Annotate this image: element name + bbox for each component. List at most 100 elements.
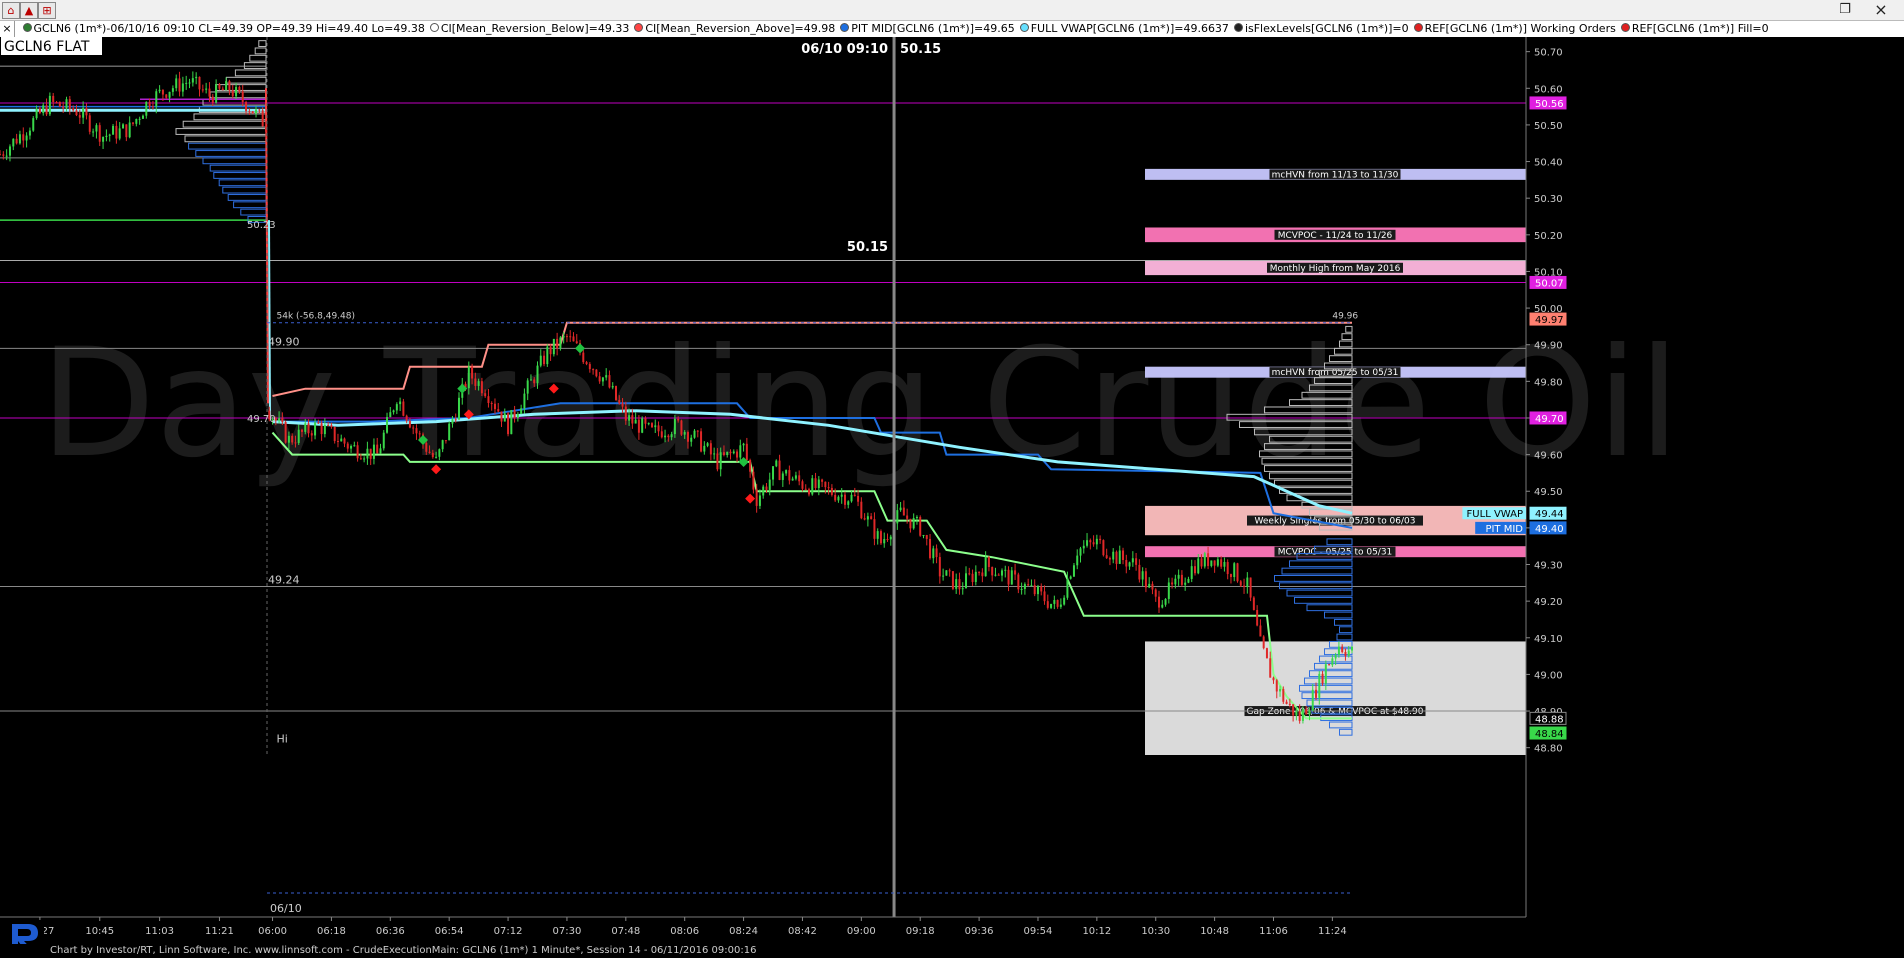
close-icon[interactable]: × — [0, 21, 15, 37]
candle-body — [1298, 711, 1301, 721]
candle-body — [25, 135, 28, 141]
time-tick-label: 06:36 — [376, 926, 405, 937]
price-chart[interactable]: Day Trading Crude Oil mcHVN from 11/13 t… — [0, 37, 1904, 944]
info-segment-text: CI[Mean_Reversion_Below]=49.33 — [440, 22, 630, 35]
candle-body — [654, 425, 657, 428]
candle-body — [664, 435, 667, 438]
series-dot-icon — [1019, 23, 1029, 32]
candle-body — [1334, 654, 1337, 659]
candle-body — [215, 84, 218, 103]
candle-body — [395, 404, 398, 411]
time-tick-label: 09:00 — [847, 926, 876, 937]
time-tick-label: 06:00 — [258, 926, 287, 937]
price-tick-label: 49.30 — [1534, 561, 1563, 572]
chart-icon[interactable]: ▲ — [20, 2, 38, 19]
candle-body — [235, 86, 238, 97]
candle-body — [742, 443, 745, 446]
price-tick-label: 49.00 — [1534, 670, 1563, 681]
price-tick-label: 49.80 — [1534, 377, 1563, 388]
candle-body — [902, 507, 905, 516]
candle-body — [1223, 561, 1226, 567]
candle-body — [824, 481, 827, 488]
candle-body — [922, 535, 925, 537]
candle-body — [562, 336, 565, 338]
zone-label: Monthly High from May 2016 — [1270, 264, 1401, 274]
candle-body — [251, 111, 254, 114]
footer-text: Chart by Investor/RT, Linn Software, Inc… — [50, 945, 757, 956]
candle-body — [1318, 673, 1321, 698]
candle-body — [185, 82, 188, 84]
candle-body — [781, 473, 784, 480]
candle-body — [65, 99, 68, 109]
candle-body — [225, 81, 228, 91]
price-tick-label: 50.70 — [1534, 48, 1563, 59]
restore-button[interactable]: ❐ — [1830, 0, 1860, 19]
candle-body — [1243, 585, 1246, 587]
candle-body — [906, 515, 909, 519]
candle-body — [1108, 558, 1111, 560]
candle-body — [195, 76, 198, 79]
time-tick-label: 10:45 — [85, 926, 114, 937]
candle-body — [188, 82, 191, 84]
candle-body — [745, 443, 748, 461]
candle-body — [1027, 584, 1030, 586]
home-icon[interactable]: ⌂ — [2, 2, 20, 19]
chart-note: 49.96 — [1332, 312, 1358, 322]
candle-body — [886, 539, 889, 541]
time-tick-label: 09:18 — [906, 926, 935, 937]
candle-body — [984, 557, 987, 577]
price-tick-label: 50.60 — [1534, 84, 1563, 95]
candle-body — [598, 376, 601, 382]
close-button[interactable]: × — [1866, 0, 1896, 19]
candle-body — [719, 452, 722, 470]
candle-body — [82, 108, 85, 118]
candle-body — [245, 102, 248, 112]
candle-body — [585, 362, 588, 365]
candle-body — [1256, 609, 1259, 626]
price-tag-label: 50.07 — [1535, 278, 1564, 289]
candle-body — [1229, 574, 1232, 578]
candle-body — [722, 452, 725, 456]
candle-body — [474, 378, 477, 386]
candle-body — [588, 364, 591, 370]
candle-body — [208, 88, 211, 97]
candle-body — [794, 475, 797, 479]
candle-body — [122, 124, 125, 129]
time-tick-label: 11:03 — [145, 926, 174, 937]
candle-body — [1020, 589, 1023, 591]
candle-body — [948, 570, 951, 572]
candle-body — [258, 109, 261, 111]
candle-body — [1115, 551, 1118, 564]
candle-body — [148, 101, 151, 107]
candle-body — [526, 380, 529, 394]
zone-label: MCVPOC - 05/25 to 05/31 — [1278, 548, 1393, 558]
price-tick-label: 49.10 — [1534, 634, 1563, 645]
candle-body — [821, 479, 824, 482]
candle-body — [138, 118, 141, 120]
candle-body — [1279, 688, 1282, 692]
candle-body — [929, 538, 932, 559]
candle-body — [18, 134, 21, 144]
candle-body — [171, 88, 174, 92]
candle-body — [683, 432, 686, 435]
candle-body — [932, 548, 935, 559]
candle-body — [1292, 704, 1295, 716]
candle-body — [1010, 570, 1013, 585]
candle-body — [336, 440, 339, 442]
info-segment: REF[GCLN6 (1m*)] Fill=0 — [1620, 21, 1769, 37]
candle-body — [386, 417, 389, 433]
candle-body — [1184, 582, 1187, 585]
price-tag-label: 48.88 — [1535, 714, 1564, 725]
candle-body — [108, 134, 111, 136]
candle-body — [1203, 553, 1206, 567]
candle-body — [565, 336, 568, 338]
candle-body — [569, 336, 572, 338]
candle-body — [611, 386, 614, 388]
candle-body — [925, 535, 928, 539]
candle-body — [693, 430, 696, 438]
candle-body — [726, 451, 729, 456]
candle-body — [834, 494, 837, 501]
candle-body — [680, 420, 683, 435]
candle-body — [1030, 585, 1033, 587]
bars-icon[interactable]: ⊞ — [38, 2, 56, 19]
